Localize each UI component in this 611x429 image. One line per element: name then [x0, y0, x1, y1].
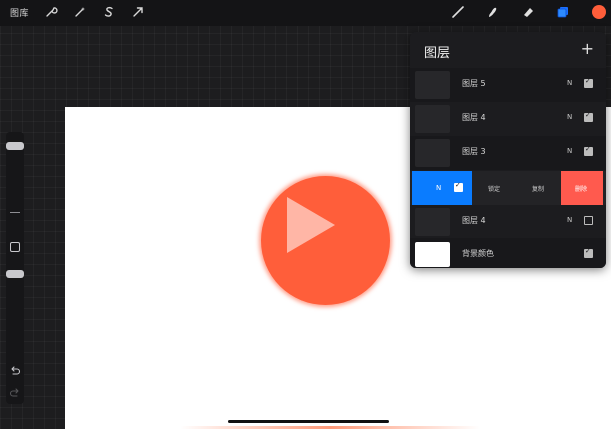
layer-name: 图层 5 — [462, 79, 486, 88]
left-sidebar — [6, 132, 24, 404]
duplicate-button[interactable]: 复制 — [532, 184, 544, 193]
lock-button[interactable]: 锁定 — [488, 184, 500, 193]
procreate-app: 图库 图层 + 图层 5 N ✓ 图层 4 N ✓ 图层 3 N ✓ N ✓ 锁… — [0, 0, 611, 429]
layer-row[interactable]: 图层 4 N — [410, 205, 606, 239]
layer-name: 背景颜色 — [462, 249, 494, 258]
orange-circle-shape — [261, 176, 390, 305]
smudge-icon[interactable] — [485, 5, 499, 19]
background-color-thumbnail — [415, 242, 450, 267]
modify-button[interactable] — [10, 242, 20, 252]
layer-name: 图层 3 — [462, 147, 486, 156]
blend-mode-button[interactable]: N — [567, 147, 572, 155]
color-swatch[interactable] — [592, 5, 606, 19]
blend-mode-button[interactable]: N — [567, 113, 572, 121]
opacity-slider[interactable] — [6, 270, 24, 278]
brush-icon[interactable] — [451, 5, 465, 19]
eraser-icon[interactable] — [521, 5, 535, 19]
visibility-checkbox[interactable] — [454, 181, 463, 192]
add-layer-button[interactable]: + — [581, 39, 594, 58]
gallery-button[interactable]: 图库 — [10, 6, 29, 19]
delete-button[interactable]: 删除 — [561, 171, 603, 205]
layer-thumbnail — [415, 208, 450, 236]
swiped-layer-row[interactable]: N 锁定 复制 删除 — [410, 171, 606, 205]
blend-mode-button[interactable]: N — [436, 184, 441, 192]
background-color-row[interactable]: 背景颜色 — [410, 238, 606, 268]
layer-name: 图层 4 — [462, 113, 486, 122]
selected-layer-strip[interactable]: N — [412, 171, 472, 205]
undo-icon[interactable] — [9, 362, 21, 375]
blend-mode-button[interactable]: N — [567, 79, 572, 87]
play-triangle-shape — [287, 197, 335, 253]
visibility-checkbox[interactable] — [584, 216, 593, 225]
visibility-checkbox[interactable] — [584, 77, 593, 88]
layer-thumbnail — [415, 71, 450, 99]
visibility-checkbox[interactable] — [584, 247, 593, 258]
home-indicator — [228, 420, 389, 423]
wrench-icon[interactable] — [44, 5, 58, 19]
layers-icon[interactable] — [556, 5, 570, 19]
layer-row[interactable]: 图层 4 N — [410, 102, 606, 136]
panel-title: 图层 — [424, 46, 451, 61]
layer-thumbnail — [415, 105, 450, 133]
blend-mode-button[interactable]: N — [567, 216, 572, 224]
top-toolbar: 图库 — [0, 0, 611, 26]
layer-thumbnail — [415, 139, 450, 167]
visibility-checkbox[interactable] — [584, 145, 593, 156]
delete-label: 删除 — [575, 186, 588, 193]
selection-s-icon[interactable] — [102, 5, 116, 19]
layer-row[interactable]: 图层 5 N — [410, 68, 606, 102]
visibility-checkbox[interactable] — [584, 111, 593, 122]
layers-panel: 图层 + 图层 5 N 图层 4 N 图层 3 N N 锁定 复制 — [410, 32, 606, 268]
brush-size-slider[interactable] — [6, 142, 24, 150]
redo-icon[interactable] — [9, 384, 21, 397]
layer-row[interactable]: 图层 3 N — [410, 136, 606, 170]
transform-arrow-icon[interactable] — [131, 5, 145, 19]
layer-name: 图层 4 — [462, 216, 486, 225]
magic-wand-icon[interactable] — [73, 5, 87, 19]
sidebar-divider — [10, 212, 20, 213]
